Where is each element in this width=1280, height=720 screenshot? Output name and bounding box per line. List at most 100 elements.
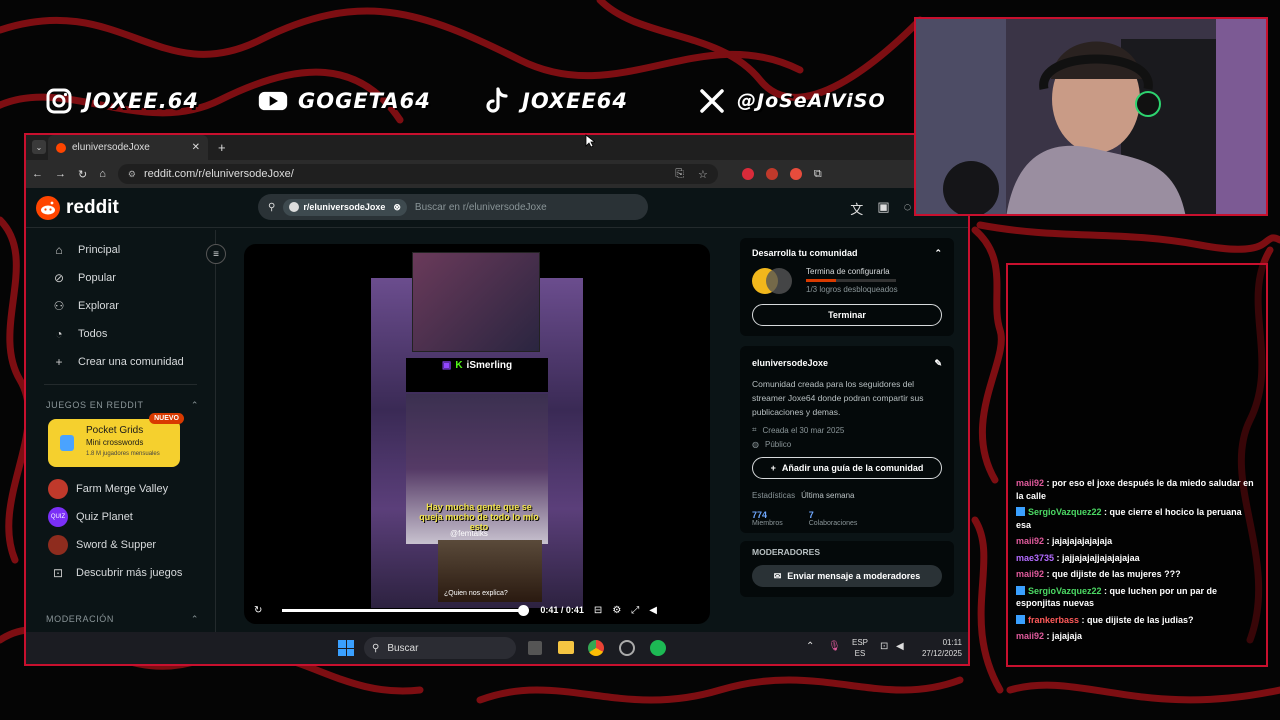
clock[interactable]: 01:11 27/12/2025 bbox=[916, 637, 962, 659]
nav-popular[interactable]: ⊘ Popular bbox=[26, 264, 215, 292]
chat-message: maii92 : jajajajajajajaja bbox=[1016, 535, 1258, 548]
social-instagram: JOXEE.64 bbox=[44, 86, 199, 116]
edit-pencil-icon[interactable]: ✎ bbox=[934, 358, 942, 369]
microphone-icon[interactable]: 🎙 bbox=[828, 641, 841, 652]
game-farm-merge-valley[interactable]: Farm Merge Valley bbox=[26, 475, 215, 503]
instagram-icon bbox=[44, 86, 74, 116]
chevron-up-icon[interactable]: ⌃ bbox=[934, 248, 942, 259]
video-progress-bar[interactable] bbox=[282, 604, 530, 616]
game-sword-supper[interactable]: Sword & Supper bbox=[26, 531, 215, 559]
chat-username[interactable]: frankerbass bbox=[1028, 615, 1079, 625]
stream-chat: maii92 : por eso el joxe después le da m… bbox=[1006, 263, 1268, 667]
chat-text: : jajjajajajjajajajajaa bbox=[1054, 552, 1140, 563]
explore-icon: ⚇ bbox=[53, 299, 65, 313]
extension-icon[interactable] bbox=[741, 167, 754, 180]
video-controls: ↻ 0:41 / 0:41 ⊟ ⚙ ⤢ ◀ bbox=[244, 596, 710, 624]
chrome-icon[interactable] bbox=[588, 640, 604, 656]
created-date: Creada el 30 mar 2025 bbox=[762, 425, 845, 435]
nav-principal[interactable]: ⌂ Principal bbox=[26, 236, 215, 264]
reddit-search-bar[interactable]: ⚲ r/eluniversodeJoxe ⊗ Buscar en r/eluni… bbox=[258, 194, 648, 220]
spotify-icon[interactable] bbox=[650, 640, 666, 656]
pocket-grids-card[interactable]: NUEVO Pocket Grids Mini crosswords 1.8 M… bbox=[48, 413, 184, 467]
nav-explorar[interactable]: ⚇ Explorar bbox=[26, 292, 215, 320]
translate-icon[interactable]: 文 bbox=[850, 199, 863, 218]
reload-icon[interactable]: ↻ bbox=[78, 168, 87, 181]
install-icon[interactable]: ⎘ bbox=[675, 168, 684, 181]
collapse-sidebar-icon[interactable]: ≡ bbox=[206, 244, 226, 264]
all-icon: ◔ bbox=[55, 327, 63, 341]
site-info-icon[interactable]: ⚙ bbox=[128, 169, 136, 180]
chat-username[interactable]: SergioVazquez22 bbox=[1028, 586, 1102, 596]
video-time: 0:41 / 0:41 bbox=[540, 605, 584, 615]
home-icon[interactable]: ⌂ bbox=[99, 168, 106, 180]
replay-icon[interactable]: ↻ bbox=[254, 605, 262, 616]
video-player[interactable]: ▣ KiSmerling Hay mucha gente que se queja… bbox=[244, 244, 710, 624]
chat-username[interactable]: maii92 bbox=[1016, 536, 1044, 546]
taskbar-search[interactable]: ⚲ Buscar bbox=[364, 637, 516, 659]
fullscreen-icon[interactable]: ⤢ bbox=[631, 605, 639, 616]
chat-username[interactable]: maii92 bbox=[1016, 478, 1044, 488]
network-icon[interactable]: ⊡ bbox=[880, 641, 888, 652]
bookmark-star-icon[interactable]: ☆ bbox=[698, 168, 708, 181]
extension-icon[interactable] bbox=[765, 167, 778, 180]
tab-menu-icon[interactable]: ⌄ bbox=[32, 140, 46, 154]
chat-username[interactable]: mae3735 bbox=[1016, 553, 1054, 563]
reddit-logo[interactable]: reddit bbox=[36, 195, 119, 220]
reddit-favicon-icon bbox=[56, 142, 66, 153]
volume-icon[interactable]: ◀ bbox=[649, 605, 657, 616]
volume-icon[interactable]: ◀ bbox=[896, 641, 904, 652]
chat-username[interactable]: SergioVazquez22 bbox=[1028, 507, 1102, 517]
achievements-icon bbox=[752, 267, 798, 294]
file-explorer-icon[interactable] bbox=[558, 641, 574, 654]
moderators-card: MODERADORES ✉ Enviar mensaje a moderadore… bbox=[740, 541, 954, 597]
windows-start-icon[interactable] bbox=[338, 640, 354, 656]
moderators-title: MODERADORES bbox=[752, 547, 821, 557]
video-progress-fill bbox=[282, 608, 525, 612]
moderation-section-header[interactable]: MODERACIÓN ⌃ bbox=[26, 609, 215, 629]
community-name: eluniversodeJoxe bbox=[752, 358, 829, 368]
settings-gear-icon[interactable]: ⚙ bbox=[612, 605, 621, 616]
community-description: Comunidad creada para los seguidores del… bbox=[752, 379, 924, 417]
browser-tab[interactable]: eluniversodeJoxe ✕ bbox=[48, 135, 208, 160]
close-tab-icon[interactable]: ✕ bbox=[192, 142, 200, 153]
message-mods-button[interactable]: ✉ Enviar mensaje a moderadores bbox=[752, 565, 942, 587]
finish-button[interactable]: Terminar bbox=[752, 304, 942, 326]
stats-period[interactable]: Última semana bbox=[801, 491, 854, 500]
back-icon[interactable]: ← bbox=[32, 168, 43, 180]
url-field[interactable]: ⚙ reddit.com/r/eluniversodeJoxe/ ⎘ ☆ bbox=[117, 164, 718, 184]
clear-chip-icon[interactable]: ⊗ bbox=[393, 202, 401, 213]
chevron-up-icon: ⌃ bbox=[190, 399, 199, 410]
chat-message: maii92 : jajajaja bbox=[1016, 630, 1258, 643]
x-icon bbox=[697, 86, 727, 116]
kick-icon: K bbox=[455, 360, 463, 371]
chat-icon[interactable]: ◌ bbox=[904, 199, 912, 218]
social-youtube: GOGETA64 bbox=[258, 86, 431, 116]
ad-icon[interactable]: ▣ bbox=[877, 199, 889, 218]
captions-icon[interactable]: ⊟ bbox=[594, 605, 602, 616]
kick-badge-icon bbox=[1016, 585, 1025, 595]
nav-todos[interactable]: ◔ Todos bbox=[26, 320, 215, 348]
nav-label: Todos bbox=[78, 328, 108, 340]
chat-message: maii92 : por eso el joxe después le da m… bbox=[1016, 477, 1258, 502]
clock-time: 01:11 bbox=[942, 638, 962, 647]
app-icon[interactable] bbox=[619, 640, 635, 656]
extensions-puzzle-icon[interactable]: ⧉ bbox=[814, 168, 822, 181]
discover-games[interactable]: ⊡ Descubrir más juegos bbox=[26, 559, 215, 587]
tray-chevron-icon[interactable]: ⌃ bbox=[806, 641, 814, 652]
video-progress-knob[interactable] bbox=[518, 604, 530, 616]
task-view-icon[interactable] bbox=[528, 641, 542, 655]
chat-username[interactable]: maii92 bbox=[1016, 631, 1044, 641]
subreddit-chip[interactable]: r/eluniversodeJoxe ⊗ bbox=[283, 198, 407, 216]
nav-create-community[interactable]: + Crear una comunidad bbox=[26, 348, 215, 376]
language-indicator[interactable]: ESP ES bbox=[852, 637, 868, 659]
extension-icon[interactable] bbox=[789, 167, 802, 180]
community-info-card: eluniversodeJoxe ✎ Comunidad creada para … bbox=[740, 346, 954, 533]
forward-icon[interactable]: → bbox=[55, 168, 66, 180]
chat-text: : jajajajajajajaja bbox=[1044, 536, 1113, 546]
game-quiz-planet[interactable]: QUIZ Quiz Planet bbox=[26, 503, 215, 531]
new-tab-icon[interactable]: + bbox=[218, 140, 226, 155]
windows-taskbar: ⚲ Buscar ⌃ 🎙 ESP ES ⊡ ◀ 01:11 27/12/2025 bbox=[26, 632, 968, 664]
add-guide-button[interactable]: + Añadir una guía de la comunidad bbox=[752, 457, 942, 479]
chat-username[interactable]: maii92 bbox=[1016, 569, 1044, 579]
games-section-header[interactable]: JUEGOS EN REDDIT ⌃ bbox=[26, 395, 215, 415]
